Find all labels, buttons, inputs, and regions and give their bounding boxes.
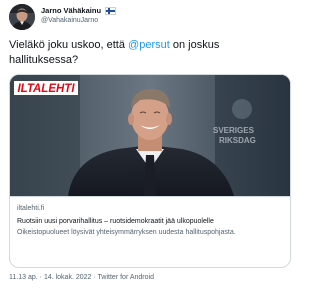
- card-domain: iltalehti.fi: [17, 205, 45, 212]
- mention-link[interactable]: @persut: [128, 39, 170, 51]
- tweet: Jarno Vähäkainu @VahakainuJarno Vieläkö …: [0, 0, 301, 288]
- tweet-header: Jarno Vähäkainu @VahakainuJarno: [9, 4, 289, 34]
- card-image[interactable]: SVERIGES RIKSDAG ILTALEHTI: [10, 75, 290, 196]
- card-meta[interactable]: iltalehti.fi Ruotsiin uusi porvarihallit…: [10, 196, 290, 267]
- tweet-text: Vieläkö joku uskoo, että @persut on josk…: [9, 38, 279, 68]
- backdrop-text-1: SVERIGES: [213, 126, 255, 135]
- iltalehti-logo: ILTALEHTI: [17, 83, 75, 95]
- footer-separator-1: ·: [39, 274, 42, 281]
- tweet-footer: 11.13 ap. · 14. lokak. 2022 · Twitter fo…: [9, 274, 154, 281]
- card-title: Ruotsiin uusi porvarihallitus – ruotside…: [17, 218, 214, 225]
- finland-flag-icon: [105, 7, 117, 16]
- backdrop-text-2: RIKSDAG: [219, 136, 256, 145]
- link-card[interactable]: SVERIGES RIKSDAG ILTALEHTI iltalehti.fi …: [9, 74, 291, 268]
- card-photo: SVERIGES RIKSDAG ILTALEHTI: [10, 75, 290, 196]
- author-handle[interactable]: @VahakainuJarno: [41, 16, 116, 26]
- card-description: Oikeistopuolueet löysivät yhteisymmärryk…: [17, 229, 236, 236]
- tweet-text-start: Vieläkö joku uskoo, että: [9, 39, 129, 51]
- tweet-date[interactable]: 14. lokak. 2022: [44, 274, 91, 281]
- footer-separator-2: ·: [93, 274, 96, 281]
- avatar-image: [9, 4, 35, 30]
- avatar[interactable]: [9, 4, 35, 30]
- tweet-time[interactable]: 11.13 ap.: [9, 274, 38, 281]
- author-names: Jarno Vähäkainu @VahakainuJarno: [41, 6, 117, 26]
- author-display-name[interactable]: Jarno Vähäkainu: [41, 6, 101, 15]
- tweet-client[interactable]: Twitter for Android: [98, 274, 154, 281]
- author-display-name-row[interactable]: Jarno Vähäkainu: [41, 6, 117, 16]
